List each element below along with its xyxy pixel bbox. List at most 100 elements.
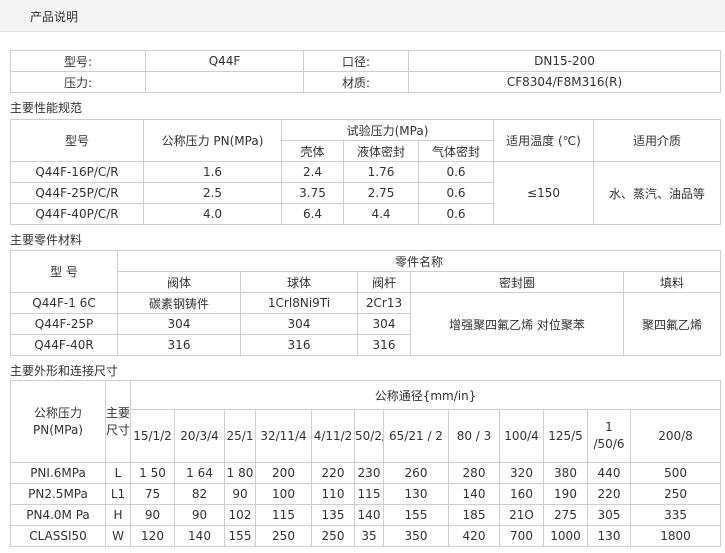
- table-row: PN4.0M Pa H 90 90 102 115 135 140 155 185 21O 275 30…: [10, 504, 722, 526]
- dimensions-table: 公称压力PN(MPa) 主要尺寸 公称通径{mm/in} 15/1/2 20/3/…: [10, 380, 722, 547]
- dim-pn: PNI.6MPa: [10, 462, 106, 484]
- dimensions-title: 主要外形和连接尺寸: [10, 364, 119, 378]
- perf-shell: 6.4: [281, 203, 344, 225]
- dim-code: H: [105, 504, 131, 526]
- dim-column-header: 32/11/4: [255, 409, 312, 463]
- perf-model: Q44F-25P/C/R: [10, 182, 144, 204]
- diameter-label: 口径:: [303, 50, 409, 72]
- perf-header-liquid: 液体密封: [343, 140, 419, 162]
- dim-value: 230: [354, 462, 384, 484]
- table-row: CLASSI50 W 120 140 155 250 250 35 350 420 700 1000 1…: [10, 525, 722, 547]
- basic-info-table: 型号: Q44F 口径: DN15-200 压力: 材质: CF8304/F8M…: [10, 50, 721, 93]
- dim-code: L1: [105, 483, 131, 505]
- dim-value: 190: [543, 483, 588, 505]
- dim-value: 140: [354, 504, 384, 526]
- dim-value: 160: [499, 483, 544, 505]
- mat-stem: 2Cr13: [357, 292, 411, 314]
- dim-value: 100: [255, 483, 312, 505]
- model-label: 型号:: [10, 50, 146, 72]
- dim-value: 250: [311, 525, 355, 547]
- dim-value: 75: [130, 483, 175, 505]
- dim-column-header: 1 /50/6: [587, 409, 631, 463]
- dim-value: 35: [354, 525, 384, 547]
- dim-value: 420: [448, 525, 500, 547]
- dim-value: 220: [311, 462, 355, 484]
- mat-model: Q44F-40R: [10, 334, 118, 356]
- mat-packing: 聚四氟乙烯: [622, 292, 722, 356]
- dim-value: 500: [629, 462, 722, 484]
- dim-value: 305: [587, 504, 631, 526]
- mat-ball: 304: [240, 313, 358, 335]
- dim-value: 280: [448, 462, 500, 484]
- diameter-value: DN15-200: [408, 50, 721, 72]
- dim-value: 350: [383, 525, 449, 547]
- dim-value: 320: [499, 462, 544, 484]
- perf-pn: 1.6: [143, 161, 282, 183]
- material-label: 材质:: [303, 71, 409, 93]
- materials-table: 型 号 零件名称 阀体 球体 阀杆 密封圈 填料 Q44F-1 6C 碳素钢铸件…: [10, 250, 722, 356]
- materials-title: 主要零件材料: [10, 233, 83, 247]
- dim-value: 440: [587, 462, 631, 484]
- dim-value: 21O: [499, 504, 544, 526]
- dim-code: W: [105, 525, 131, 547]
- table-row: PN2.5MPa L1 75 82 90 100 110 115 130 140 160 190 220…: [10, 483, 722, 505]
- table-row: Q44F-1 6C 碳素钢铸件 1Crl8Ni9Ti 2Cr13 增强聚四氟乙烯…: [10, 292, 722, 356]
- dim-value: 200: [255, 462, 312, 484]
- perf-model: Q44F-40P/C/R: [10, 203, 144, 225]
- perf-liquid: 4.4: [343, 203, 419, 225]
- mat-header-seal: 密封圈: [410, 271, 624, 293]
- perf-pn: 4.0: [143, 203, 282, 225]
- perf-gas: 0.6: [418, 203, 494, 225]
- dim-value: 250: [629, 483, 722, 505]
- dim-column-header: 100/4: [499, 409, 544, 463]
- mat-body: 碳素钢铸件: [117, 292, 241, 314]
- perf-header-shell: 壳体: [281, 140, 344, 162]
- dim-column-header: 15/1/2: [130, 409, 175, 463]
- dim-value: 1 80: [224, 462, 256, 484]
- mat-ball: 1Crl8Ni9Ti: [240, 292, 358, 314]
- perf-header-gas: 气体密封: [418, 140, 494, 162]
- dim-value: 335: [629, 504, 722, 526]
- dim-column-header: 80 / 3: [448, 409, 500, 463]
- performance-title: 主要性能规范: [10, 101, 83, 115]
- mat-header-parts: 零件名称: [116, 250, 722, 272]
- dim-column-header: 25/1: [224, 409, 256, 463]
- dim-value: 130: [587, 525, 631, 547]
- dim-value: 140: [448, 483, 500, 505]
- dim-column-header: 50/2/: [354, 409, 384, 463]
- dim-value: 110: [311, 483, 355, 505]
- perf-header-temp: 适用温度 (℃): [493, 119, 594, 162]
- dim-value: 260: [383, 462, 449, 484]
- dim-value: 155: [224, 525, 256, 547]
- dim-header-main: 主要尺寸: [105, 380, 131, 463]
- perf-shell: 3.75: [281, 182, 344, 204]
- mat-stem: 304: [357, 313, 411, 335]
- dim-value: 130: [383, 483, 449, 505]
- mat-body: 316: [117, 334, 241, 356]
- dim-header-pn: 公称压力PN(MPa): [10, 380, 106, 463]
- dim-value: 140: [174, 525, 225, 547]
- perf-liquid: 1.76: [343, 161, 419, 183]
- perf-medium: 水、蒸汽、油品等: [593, 161, 721, 225]
- perf-gas: 0.6: [418, 182, 494, 204]
- dim-value: 250: [255, 525, 312, 547]
- dim-value: 700: [499, 525, 544, 547]
- dim-value: 1000: [543, 525, 588, 547]
- mat-ball: 316: [240, 334, 358, 356]
- page-title: 产品说明: [30, 10, 79, 24]
- material-value: CF8304/F8M316(R): [408, 71, 721, 93]
- mat-header-ball: 球体: [240, 271, 358, 293]
- dim-value: 155: [383, 504, 449, 526]
- dim-value: 82: [174, 483, 225, 505]
- dim-value: 380: [543, 462, 588, 484]
- perf-pn: 2.5: [143, 182, 282, 204]
- dim-value: 220: [587, 483, 631, 505]
- table-row: PNI.6MPa L 1 50 1 64 1 80 200 220 230 260 280 320 3…: [10, 462, 722, 484]
- dim-value: 275: [543, 504, 588, 526]
- dim-pn: CLASSI50: [10, 525, 106, 547]
- dim-value: 90: [130, 504, 175, 526]
- table-row: Q44F-16P/C/R 1.6 2.4 1.76 0.6 ≤150 水、蒸汽、…: [10, 161, 721, 225]
- perf-header-test: 试验压力(MPa): [281, 119, 494, 141]
- dim-value: 1 64: [174, 462, 225, 484]
- dim-pn: PN4.0M Pa: [10, 504, 106, 526]
